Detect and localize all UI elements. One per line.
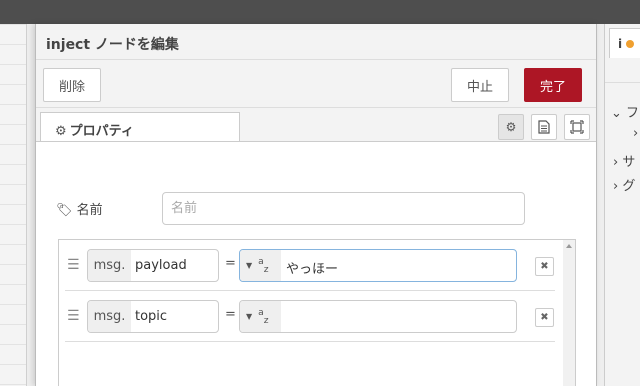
delete-button[interactable]: 削除: [43, 68, 101, 102]
a-z-string-icon: az: [258, 255, 269, 275]
property-list: ☰ msg. payload = ▼ az やっほー ✖ ☰ msg. topi…: [58, 239, 576, 386]
chevron-right-icon: ›: [613, 155, 619, 170]
tray-title: inject ノードを編集: [36, 24, 596, 60]
remove-property-button[interactable]: ✖: [535, 308, 554, 327]
drag-handle-icon[interactable]: ☰: [67, 309, 80, 323]
sidebar-item-global[interactable]: › グ: [613, 175, 635, 194]
sidebar: i ⌄ フ › › サ › グ: [604, 24, 640, 386]
name-label: 🏷 名前: [56, 199, 103, 218]
property-key: payload: [135, 258, 187, 273]
equals-sign: =: [225, 307, 236, 322]
workspace-canvas[interactable]: [0, 24, 27, 386]
gear-icon: ⚙: [55, 124, 67, 139]
tab-properties[interactable]: ⚙ プロパティ: [40, 112, 240, 143]
property-key-field[interactable]: msg. topic: [87, 300, 219, 333]
sidebar-item-label: フ: [626, 106, 640, 121]
close-icon: ✖: [540, 261, 549, 272]
settings-tab-button[interactable]: ⚙: [498, 114, 524, 140]
msg-prefix: msg.: [88, 250, 131, 281]
sidebar-item-flow[interactable]: ⌄ フ: [611, 102, 639, 121]
property-row: ☰ msg. payload = ▼ az やっほー ✖: [65, 240, 555, 291]
tray-toolbar: 削除 中止 完了: [36, 60, 596, 108]
frame-icon: [570, 120, 584, 134]
tag-icon: 🏷: [56, 203, 73, 218]
caret-down-icon: ▼: [246, 312, 253, 321]
type-select[interactable]: ▼ az: [240, 301, 281, 332]
sidebar-item-subflow[interactable]: › サ: [613, 151, 635, 170]
a-z-string-icon: az: [258, 306, 269, 326]
property-key: topic: [135, 309, 168, 324]
property-value-field[interactable]: ▼ az やっほー: [239, 249, 517, 282]
name-label-text: 名前: [76, 203, 103, 218]
sidebar-subitem[interactable]: ›: [633, 126, 638, 141]
equals-sign: =: [225, 256, 236, 271]
info-icon: i: [618, 36, 623, 51]
property-row: ☰ msg. topic = ▼ az ✖: [65, 291, 555, 342]
sidebar-item-label: サ: [622, 155, 636, 170]
cancel-button[interactable]: 中止: [451, 68, 509, 102]
description-tab-button[interactable]: [531, 114, 557, 140]
app-header-bar: [0, 0, 640, 24]
close-icon: ✖: [540, 312, 549, 323]
property-value-field[interactable]: ▼ az: [239, 300, 517, 333]
properties-panel: 🏷 名前 ☰ msg. payload = ▼ az やっほー: [36, 142, 596, 386]
sidebar-divider: [605, 82, 640, 83]
chevron-down-icon: ⌄: [611, 106, 622, 121]
edit-tray: inject ノードを編集 削除 中止 完了 ⚙ プロパティ ⚙ 🏷 名前 名前…: [35, 24, 597, 386]
document-icon: [538, 120, 550, 134]
scrollbar[interactable]: [563, 240, 575, 386]
tab-properties-label: プロパティ: [69, 124, 134, 139]
remove-property-button[interactable]: ✖: [535, 257, 554, 276]
type-select[interactable]: ▼ az: [240, 250, 281, 281]
name-input[interactable]: [162, 192, 525, 225]
chevron-right-icon: ›: [633, 126, 639, 141]
gear-icon: ⚙: [505, 120, 517, 134]
drag-handle-icon[interactable]: ☰: [67, 258, 80, 272]
done-button[interactable]: 完了: [524, 68, 582, 102]
property-key-field[interactable]: msg. payload: [87, 249, 219, 282]
msg-prefix: msg.: [88, 301, 131, 332]
tab-info[interactable]: i: [609, 28, 640, 58]
scroll-up-arrow-icon[interactable]: [566, 244, 572, 248]
chevron-right-icon: ›: [613, 179, 619, 194]
sidebar-item-label: グ: [622, 179, 636, 194]
property-value: やっほー: [286, 262, 339, 277]
caret-down-icon: ▼: [246, 261, 253, 270]
appearance-tab-button[interactable]: [564, 114, 590, 140]
status-dot: [626, 39, 635, 48]
